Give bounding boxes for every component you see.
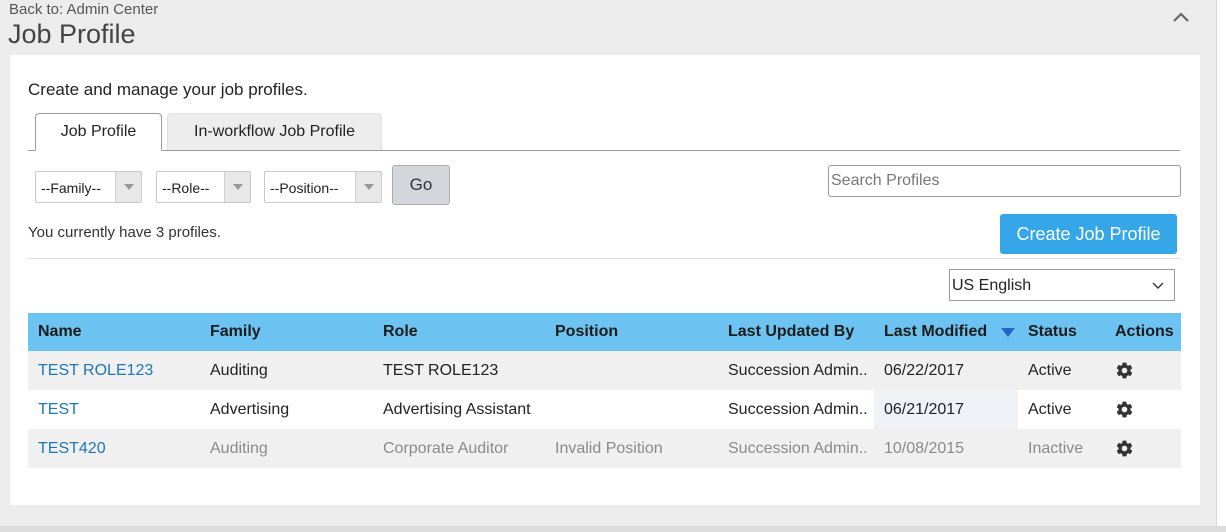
last-modified-cell: 10/08/2015 — [884, 440, 965, 457]
tabs-underline — [28, 150, 1180, 151]
last-modified-cell: 06/22/2017 — [884, 362, 965, 379]
family-cell: Auditing — [210, 440, 268, 457]
updated-by-cell: Succession Admin.. — [728, 362, 868, 379]
chevron-down-icon — [1152, 282, 1164, 289]
role-cell: Advertising Assistant — [383, 401, 531, 418]
updated-by-cell: Succession Admin.. — [728, 401, 868, 418]
role-dropdown-button[interactable] — [224, 172, 250, 202]
create-job-profile-button[interactable]: Create Job Profile — [1000, 214, 1177, 254]
role-cell: Corporate Auditor — [383, 440, 509, 457]
column-header-status[interactable]: Status — [1028, 313, 1077, 351]
intro-text: Create and manage your job profiles. — [28, 80, 308, 99]
position-cell: Invalid Position — [555, 440, 663, 457]
last-modified-cell: 06/21/2017 — [884, 401, 965, 418]
job-profiles-table: Name Family Role Position Last Updated B… — [28, 313, 1181, 468]
gear-icon[interactable] — [1115, 400, 1134, 419]
column-header-family[interactable]: Family — [210, 313, 261, 351]
go-button[interactable]: Go — [392, 165, 450, 205]
table-row: TEST ROLE123 Auditing TEST ROLE123 Succe… — [28, 351, 1181, 390]
page-scroll-edge — [1216, 0, 1226, 532]
page-title: Job Profile — [8, 19, 136, 49]
family-filter-value: --Family-- — [41, 180, 101, 196]
chevron-down-icon — [233, 184, 243, 190]
job-profile-panel: Create and manage your job profiles. Job… — [10, 55, 1200, 505]
profile-name-link[interactable]: TEST — [38, 390, 79, 429]
tab-job-profile[interactable]: Job Profile — [35, 113, 162, 151]
section-divider — [28, 258, 1180, 259]
family-filter-select[interactable]: --Family-- — [35, 171, 142, 203]
page-bottom-edge — [0, 526, 1226, 532]
column-header-role[interactable]: Role — [383, 313, 418, 351]
chevron-up-icon[interactable] — [1170, 6, 1192, 28]
position-filter-select[interactable]: --Position-- — [264, 171, 382, 203]
tab-in-workflow-job-profile[interactable]: In-workflow Job Profile — [167, 113, 382, 150]
column-header-last-updated-by[interactable]: Last Updated By — [728, 313, 854, 351]
status-cell: Inactive — [1028, 440, 1084, 457]
role-filter-value: --Role-- — [162, 180, 210, 196]
profile-name-link[interactable]: TEST ROLE123 — [38, 351, 153, 390]
table-header: Name Family Role Position Last Updated B… — [28, 313, 1181, 351]
search-profiles-input[interactable] — [828, 165, 1181, 197]
profile-name-link[interactable]: TEST420 — [38, 429, 106, 468]
family-dropdown-button[interactable] — [115, 172, 141, 202]
role-filter-select[interactable]: --Role-- — [156, 171, 251, 203]
family-cell: Auditing — [210, 362, 268, 379]
status-cell: Active — [1028, 401, 1072, 418]
status-cell: Active — [1028, 362, 1072, 379]
column-header-name[interactable]: Name — [38, 313, 82, 351]
language-value: US English — [952, 277, 1032, 294]
chevron-down-icon — [124, 184, 134, 190]
table-row: TEST Advertising Advertising Assistant S… — [28, 390, 1181, 429]
table-row: TEST420 Auditing Corporate Auditor Inval… — [28, 429, 1181, 468]
column-header-position[interactable]: Position — [555, 313, 618, 351]
gear-icon[interactable] — [1115, 439, 1134, 458]
gear-icon[interactable] — [1115, 361, 1134, 380]
sort-descending-icon[interactable] — [1001, 328, 1015, 337]
column-header-actions: Actions — [1115, 323, 1174, 340]
role-cell: TEST ROLE123 — [383, 362, 499, 379]
family-cell: Advertising — [210, 401, 290, 418]
chevron-down-icon — [364, 184, 374, 190]
language-select[interactable]: US English — [949, 269, 1175, 301]
position-filter-value: --Position-- — [270, 180, 339, 196]
position-dropdown-button[interactable] — [355, 172, 381, 202]
column-header-last-modified[interactable]: Last Modified — [884, 313, 987, 351]
updated-by-cell: Succession Admin.. — [728, 440, 868, 457]
profile-count-text: You currently have 3 profiles. — [28, 224, 221, 241]
back-to-admin-center-link[interactable]: Back to: Admin Center — [9, 1, 158, 18]
